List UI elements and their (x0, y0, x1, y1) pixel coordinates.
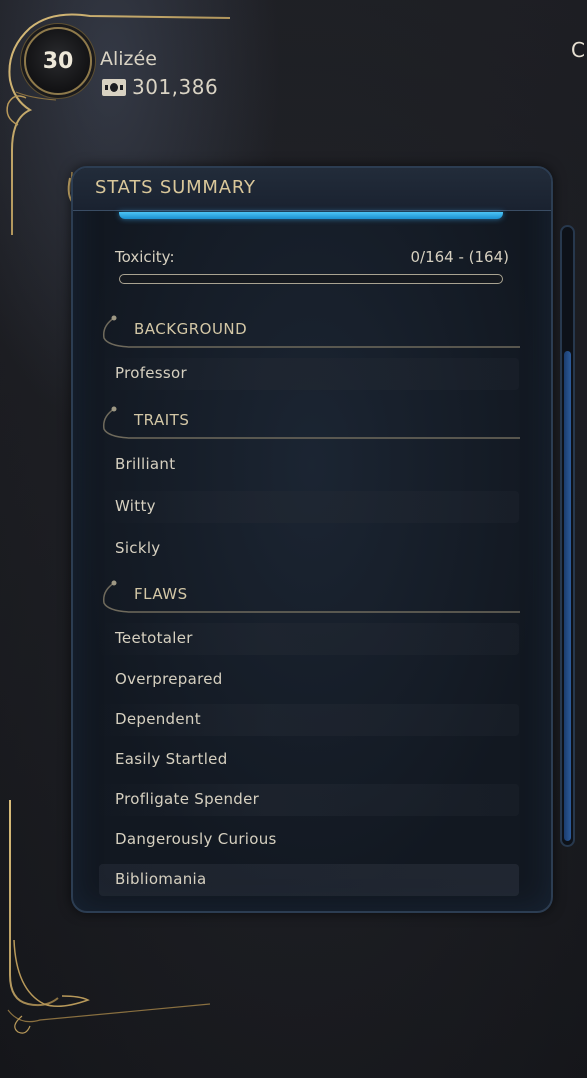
panel-header: STATS SUMMARY (73, 168, 551, 211)
currency-value: 301,386 (132, 75, 219, 99)
list-item: Overprepared (99, 664, 519, 696)
section-title: BACKGROUND (134, 320, 248, 338)
level-badge: 30 (24, 27, 92, 95)
currency-display: 301,386 (102, 75, 218, 99)
flaw-item: Dependent (115, 710, 201, 728)
section-header-traits: TRAITS (100, 403, 520, 439)
list-item: Dangerously Curious (99, 824, 519, 856)
scrollbar-thumb[interactable] (564, 351, 571, 841)
list-item: Bibliomania (99, 864, 519, 896)
section-title: TRAITS (134, 411, 190, 429)
list-item: Dependent (99, 704, 519, 736)
trait-item: Sickly (115, 539, 161, 557)
trait-item: Brilliant (115, 455, 176, 473)
list-item: Professor (99, 358, 519, 390)
flaw-item: Dangerously Curious (115, 830, 277, 848)
panel-title: STATS SUMMARY (95, 177, 256, 198)
character-screen: 30 Alizée 301,386 C STATS SUMMARY Toxici… (0, 0, 587, 1078)
background-item: Professor (115, 364, 187, 382)
toxicity-label: Toxicity: (115, 248, 175, 266)
stats-summary-panel: STATS SUMMARY Toxicity: 0/164 - (164) BA… (71, 166, 553, 913)
flaw-item: Profligate Spender (115, 790, 260, 808)
section-header-background: BACKGROUND (100, 312, 520, 348)
list-item: Sickly (99, 533, 519, 565)
list-item: Easily Startled (99, 744, 519, 776)
toxicity-value: 0/164 - (164) (410, 248, 509, 266)
list-item: Brilliant (99, 449, 519, 481)
flaw-item: Overprepared (115, 670, 223, 688)
panel-scrollbar[interactable] (560, 225, 575, 847)
flaw-item: Easily Startled (115, 750, 228, 768)
toxicity-progress-bar (119, 274, 503, 284)
highlight-bar (119, 212, 503, 219)
bits-currency-icon (102, 78, 126, 96)
flaw-item: Bibliomania (115, 870, 207, 888)
partial-tab-label[interactable]: C (571, 38, 585, 62)
list-item: Teetotaler (99, 623, 519, 655)
list-item: Witty (99, 491, 519, 523)
trait-item: Witty (115, 497, 156, 515)
section-header-flaws: FLAWS (100, 577, 520, 613)
section-title: FLAWS (134, 585, 188, 603)
flaw-item: Teetotaler (115, 629, 193, 647)
player-name: Alizée (100, 48, 157, 70)
list-item: Profligate Spender (99, 784, 519, 816)
level-number: 30 (42, 48, 74, 74)
